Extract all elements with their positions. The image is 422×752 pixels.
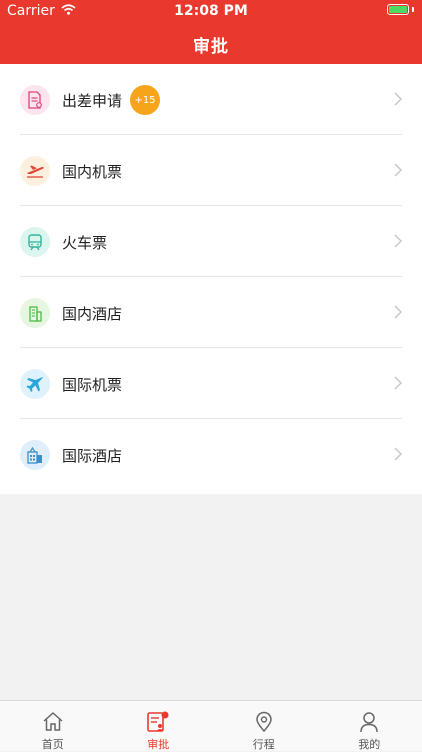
list-item-label: 火车票 [62,232,107,253]
status-bar: Carrier 12:08 PM [0,0,422,22]
chevron-right-icon [394,233,402,252]
document-form-icon [20,85,50,115]
chevron-right-icon [394,91,402,110]
list-item-label: 国内酒店 [62,303,122,324]
chevron-right-icon [394,375,402,394]
list-item-label: 出差申请 [62,90,122,111]
airplane-takeoff-icon [20,156,50,186]
chevron-right-icon [394,446,402,465]
building-icon [20,298,50,328]
approval-menu-list: 出差申请 +15 国内机票 [0,64,422,494]
chevron-right-icon [394,304,402,323]
home-icon [42,711,64,736]
battery-icon [387,4,414,15]
page-title: 审批 [0,32,422,57]
list-item-train-tickets[interactable]: 火车票 [0,206,422,277]
list-item-label: 国际酒店 [62,445,122,466]
chevron-right-icon [394,162,402,181]
approval-icon [146,711,170,737]
list-item-domestic-flights[interactable]: 国内机票 [0,135,422,206]
location-pin-icon [255,711,273,737]
status-time: 12:08 PM [0,3,422,19]
count-badge: +15 [130,85,160,115]
train-icon [20,227,50,257]
hotel-icon [20,440,50,470]
list-item-international-hotels[interactable]: 国际酒店 [0,419,422,490]
list-item-international-flights[interactable]: 国际机票 [0,348,422,419]
tab-itinerary[interactable]: 行程 [211,701,317,751]
header: Carrier 12:08 PM 审批 [0,0,422,64]
list-item-label: 国内机票 [62,161,122,182]
user-icon [359,711,379,737]
tab-approval[interactable]: 审批 [106,701,212,751]
list-item-label: 国际机票 [62,374,122,395]
tab-home[interactable]: 首页 [0,701,106,751]
airplane-icon [20,369,50,399]
list-item-domestic-hotels[interactable]: 国内酒店 [0,277,422,348]
tab-profile[interactable]: 我的 [317,701,422,751]
list-item-travel-request[interactable]: 出差申请 +15 [0,64,422,135]
tab-bar: 首页 审批 行程 [0,700,422,751]
